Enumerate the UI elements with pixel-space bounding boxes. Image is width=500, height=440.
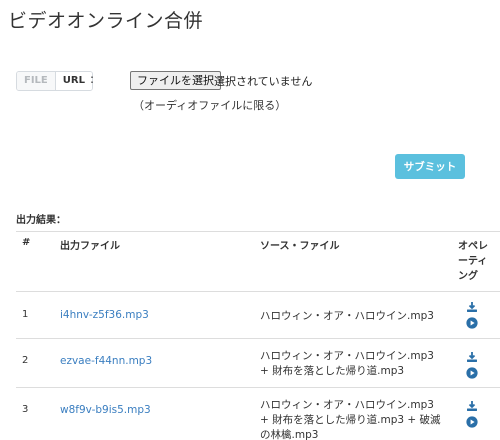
source-files-text: ハロウィン・オア・ハロウイン.mp3 — [260, 310, 434, 322]
table-row: 2 ezvae-f44nn.mp3 ハロウィン・オア・ハロウイン.mp3 + 財… — [16, 338, 500, 388]
output-file-link[interactable]: ezvae-f44nn.mp3 — [60, 355, 152, 367]
output-cell: ezvae-f44nn.mp3 — [54, 338, 254, 388]
results-label: 出力結果： — [16, 215, 66, 226]
download-icon[interactable] — [466, 301, 478, 313]
output-file-link[interactable]: i4hnv-z5f36.mp3 — [60, 309, 149, 321]
output-cell: w8f9v-b9is5.mp3 — [54, 387, 254, 440]
play-circle-icon[interactable] — [466, 416, 478, 428]
audio-only-note: （オーディオファイルに限る） — [133, 99, 287, 112]
source-cell: ハロウィン・オア・ハロウイン.mp3 + 財布を落とした帰り道.mp3 + 破滅… — [254, 387, 452, 440]
file-toggle-button[interactable]: FILE — [17, 72, 55, 90]
header-ops: オペレーティング — [452, 231, 500, 292]
source-toggle: FILE URL — [16, 71, 93, 91]
toggle-separator: : — [90, 72, 95, 86]
results-table: # 出力ファイル ソース・ファイル オペレーティング 1 i4hnv-z5f36… — [16, 231, 500, 440]
source-cell: ハロウィン・オア・ハロウイン.mp3 + 財布を落とした帰り道.mp3 — [254, 338, 452, 388]
url-toggle-button[interactable]: URL — [54, 72, 92, 90]
page-title: ビデオオンライン合併 — [8, 10, 204, 32]
play-circle-icon[interactable] — [466, 317, 478, 329]
row-num: 1 — [16, 291, 54, 339]
ops-cell — [452, 387, 500, 440]
ops-cell — [452, 291, 500, 339]
table-header-row: # 出力ファイル ソース・ファイル オペレーティング — [16, 231, 500, 292]
download-icon[interactable] — [466, 400, 478, 412]
source-cell: ハロウィン・オア・ハロウイン.mp3 — [254, 291, 452, 339]
header-source: ソース・ファイル — [254, 231, 452, 292]
source-files-text: ハロウィン・オア・ハロウイン.mp3 + 財布を落とした帰り道.mp3 + 破滅… — [260, 399, 441, 440]
table-row: 3 w8f9v-b9is5.mp3 ハロウィン・オア・ハロウイン.mp3 + 財… — [16, 387, 500, 440]
row-num: 2 — [16, 338, 54, 388]
ops-cell — [452, 338, 500, 388]
submit-button[interactable]: サブミット — [395, 154, 465, 179]
table-row: 1 i4hnv-z5f36.mp3 ハロウィン・オア・ハロウイン.mp3 — [16, 291, 500, 339]
download-icon[interactable] — [466, 351, 478, 363]
play-circle-icon[interactable] — [466, 367, 478, 379]
header-output: 出力ファイル — [54, 231, 254, 292]
source-files-text: ハロウィン・オア・ハロウイン.mp3 + 財布を落とした帰り道.mp3 — [260, 350, 434, 377]
output-cell: i4hnv-z5f36.mp3 — [54, 291, 254, 339]
file-status-text: 選択されていません — [214, 75, 313, 88]
header-num: # — [16, 231, 54, 292]
row-num: 3 — [16, 387, 54, 440]
output-file-link[interactable]: w8f9v-b9is5.mp3 — [60, 404, 151, 416]
choose-file-button[interactable]: ファイルを選択 — [130, 71, 221, 90]
